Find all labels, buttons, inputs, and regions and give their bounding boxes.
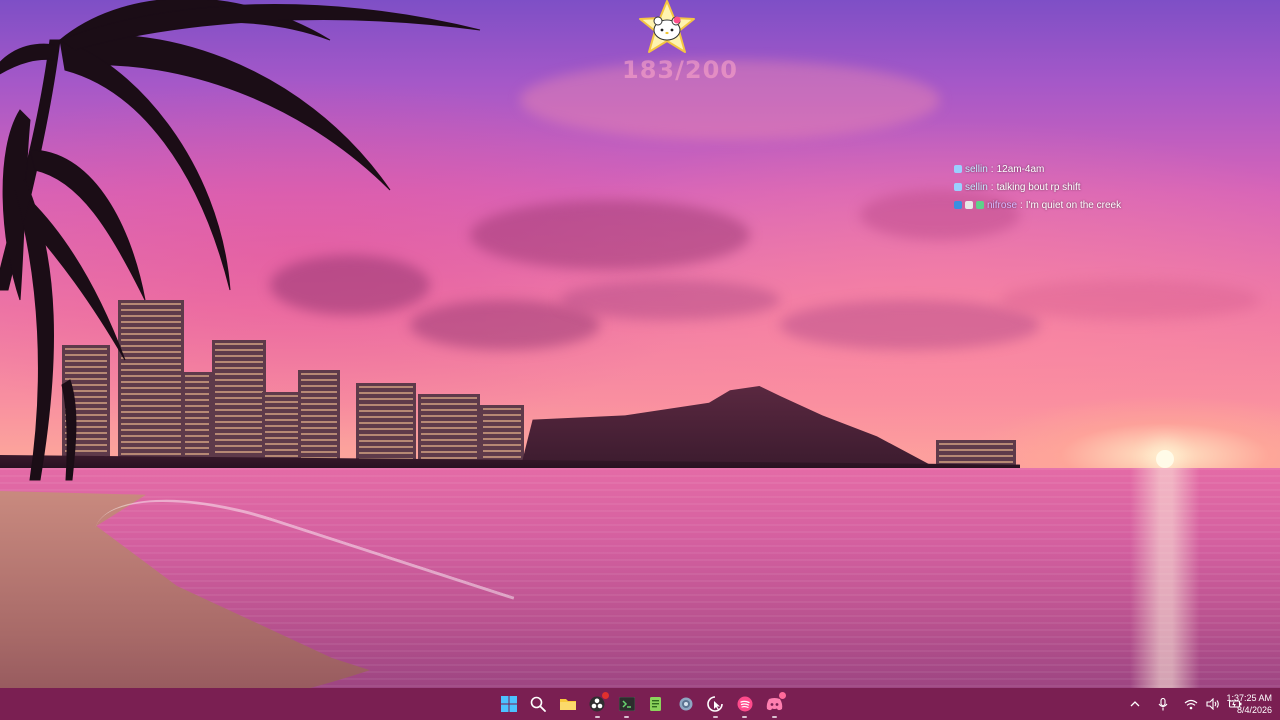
- chat-text: talking bout rp shift: [996, 181, 1081, 193]
- cursor-app-button[interactable]: [701, 688, 731, 720]
- taskbar-clock[interactable]: 1:37:25 AM 8/4/2026: [1220, 692, 1272, 716]
- chat-text: 12am-4am: [996, 163, 1045, 175]
- chat-message: sellin : 12am-4am: [954, 160, 1154, 178]
- windows-start-icon: [500, 696, 517, 712]
- chat-overlay: sellin : 12am-4am sellin : talking bout …: [954, 160, 1154, 214]
- taskbar-apps: [494, 688, 789, 720]
- chat-message: sellin : talking bout rp shift: [954, 178, 1154, 196]
- chat-username: nifrose: [987, 199, 1018, 211]
- running-indicator: [742, 716, 748, 718]
- cloud: [560, 280, 780, 320]
- obs-button[interactable]: [583, 688, 613, 720]
- moderator-badge-icon: [954, 201, 962, 209]
- settings-button[interactable]: [671, 688, 701, 720]
- gift-badge-icon: [976, 201, 984, 209]
- notepad-button[interactable]: [642, 688, 672, 720]
- cursor-app-icon: [707, 696, 724, 712]
- settings-gear-icon: [679, 697, 693, 711]
- discord-icon: [766, 698, 782, 711]
- chat-username: sellin: [965, 163, 988, 175]
- file-explorer-button[interactable]: [553, 688, 583, 720]
- chat-separator: :: [990, 181, 994, 193]
- terminal-icon: [618, 697, 635, 711]
- chat-username: sellin: [965, 181, 988, 193]
- cloud: [1000, 280, 1260, 320]
- building: [936, 440, 1016, 466]
- progress-counter: 183/200: [622, 56, 738, 84]
- sun: [1156, 450, 1174, 468]
- terminal-button[interactable]: [612, 688, 642, 720]
- search-icon: [530, 696, 547, 712]
- sub-badge-icon: [965, 201, 973, 209]
- volume-button[interactable]: [1206, 697, 1220, 711]
- notification-badge: [779, 692, 786, 699]
- microphone-button[interactable]: [1156, 697, 1170, 711]
- discord-button[interactable]: [760, 688, 790, 720]
- hello-kitty-star-icon: [639, 0, 695, 53]
- cloud: [470, 200, 750, 270]
- running-indicator: [594, 716, 600, 718]
- palm-tree: [0, 0, 481, 481]
- file-explorer-icon: [559, 699, 576, 710]
- speaker-icon: [1206, 698, 1219, 710]
- microphone-icon: [1158, 697, 1168, 710]
- start-button[interactable]: [494, 688, 524, 720]
- chat-separator: :: [990, 163, 994, 175]
- desktop-wallpaper: [0, 0, 1280, 688]
- taskbar: [0, 688, 1280, 720]
- search-button[interactable]: [524, 688, 554, 720]
- cloud: [780, 300, 1040, 350]
- spotify-icon: [737, 696, 753, 712]
- chat-separator: :: [1020, 199, 1023, 211]
- chevron-up-icon: [1130, 701, 1140, 707]
- network-button[interactable]: [1184, 697, 1198, 711]
- spotify-button[interactable]: [730, 688, 760, 720]
- notification-badge: [602, 692, 609, 699]
- running-indicator: [712, 716, 718, 718]
- clock-time: 1:37:25 AM: [1226, 693, 1272, 703]
- show-hidden-icons-button[interactable]: [1128, 697, 1142, 711]
- running-indicator: [771, 716, 777, 718]
- clock-date: 8/4/2026: [1236, 705, 1272, 715]
- running-indicator: [624, 716, 630, 718]
- user-badge-icon: [954, 183, 962, 191]
- wifi-icon: [1184, 699, 1198, 709]
- user-badge-icon: [954, 165, 962, 173]
- notepad-icon: [650, 697, 662, 711]
- chat-message: nifrose : I'm quiet on the creek: [954, 196, 1154, 214]
- chat-text: I'm quiet on the creek: [1025, 199, 1122, 211]
